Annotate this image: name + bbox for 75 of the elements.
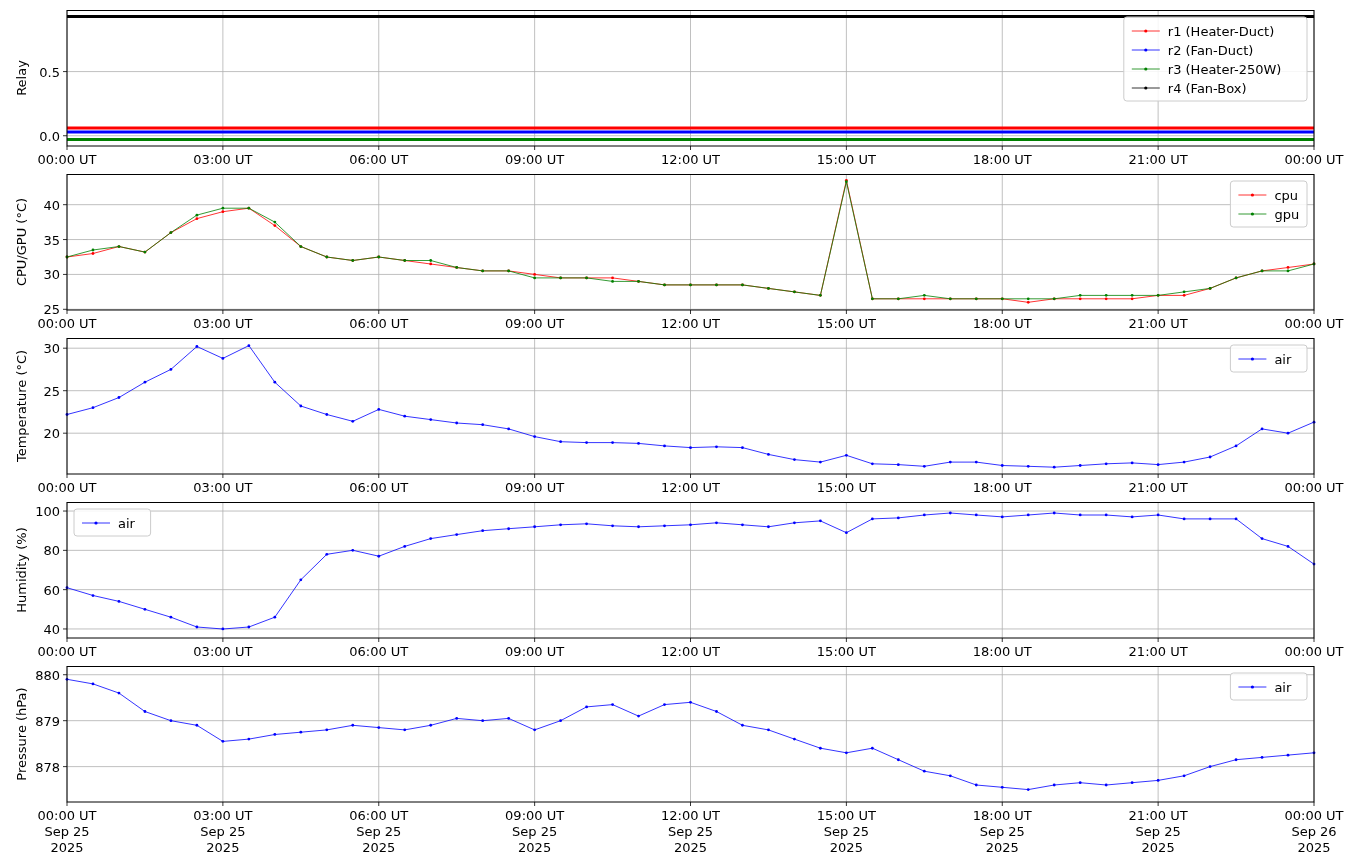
tick-label: 25 bbox=[43, 383, 60, 399]
tick-label: 878 bbox=[35, 759, 60, 775]
tick-label: 03:00 UT bbox=[193, 480, 253, 495]
tick-label: 09:00 UT bbox=[505, 644, 565, 659]
axis-title: Temperature (°C) bbox=[14, 349, 29, 463]
tick-label: 03:00 UT Sep 25 2025 bbox=[193, 808, 253, 855]
tick-label: 12:00 UT bbox=[660, 152, 721, 167]
legend-label: r3 (Heater-250W) bbox=[1167, 62, 1282, 77]
axis-title: Humidity (%) bbox=[14, 527, 29, 613]
tick-label: 100 bbox=[35, 504, 60, 520]
tick-label: 06:00 UT bbox=[349, 480, 409, 495]
tick-label: 30 bbox=[43, 341, 60, 357]
tick-label: 18:00 UT bbox=[972, 480, 1032, 495]
legend-label: cpu bbox=[1274, 188, 1299, 203]
tick-label: 21:00 UT bbox=[1128, 644, 1188, 659]
tick-label: 09:00 UT bbox=[505, 152, 565, 167]
tick-label: 00:00 UT bbox=[37, 644, 97, 659]
tick-label: 15:00 UT bbox=[816, 316, 876, 331]
tick-label: 18:00 UT bbox=[972, 152, 1032, 167]
legend-label: air bbox=[1274, 680, 1292, 695]
tick-label: 18:00 UT bbox=[972, 644, 1032, 659]
tick-label: 15:00 UT Sep 25 2025 bbox=[816, 808, 876, 855]
axis-title: CPU/GPU (°C) bbox=[14, 197, 29, 287]
tick-label: 30 bbox=[43, 267, 60, 283]
tick-label: 06:00 UT Sep 25 2025 bbox=[349, 808, 409, 855]
legend-label: r1 (Heater-Duct) bbox=[1167, 24, 1275, 39]
tick-label: 06:00 UT bbox=[349, 152, 409, 167]
tick-label: 15:00 UT bbox=[816, 152, 876, 167]
tick-label: 00:00 UT bbox=[37, 152, 97, 167]
tick-label: 12:00 UT bbox=[660, 316, 721, 331]
tick-label: 18:00 UT Sep 25 2025 bbox=[972, 808, 1032, 855]
tick-label: 18:00 UT bbox=[972, 316, 1032, 331]
tick-label: 20 bbox=[43, 426, 60, 442]
tick-label: 00:00 UT bbox=[1284, 152, 1344, 167]
axis-title: Pressure (hPa) bbox=[14, 687, 29, 781]
tick-label: 21:00 UT Sep 25 2025 bbox=[1128, 808, 1188, 855]
legend-label: air bbox=[118, 516, 135, 531]
tick-label: 00:00 UT bbox=[1284, 480, 1344, 495]
tick-label: 00:00 UT Sep 26 2025 bbox=[1284, 808, 1344, 855]
tick-label: 03:00 UT bbox=[193, 152, 253, 167]
tick-label: 09:00 UT bbox=[505, 316, 565, 331]
tick-label: 15:00 UT bbox=[816, 480, 876, 495]
tick-label: 0.0 bbox=[39, 128, 60, 144]
axis-title: Relay bbox=[14, 60, 29, 96]
tick-label: 09:00 UT Sep 25 2025 bbox=[505, 808, 565, 855]
tick-label: 03:00 UT bbox=[193, 644, 253, 659]
tick-label: 00:00 UT bbox=[37, 480, 97, 495]
tick-label: 12:00 UT Sep 25 2025 bbox=[660, 808, 721, 855]
tick-label: 00:00 UT Sep 25 2025 bbox=[37, 808, 97, 855]
tick-label: 03:00 UT bbox=[193, 316, 253, 331]
tick-label: 25 bbox=[43, 302, 60, 318]
tick-label: 00:00 UT bbox=[37, 316, 97, 331]
legend-label: air bbox=[1274, 352, 1292, 367]
tick-label: 21:00 UT bbox=[1128, 152, 1188, 167]
tick-label: 00:00 UT bbox=[1284, 316, 1344, 331]
tick-label: 06:00 UT bbox=[349, 316, 409, 331]
tick-label: 40 bbox=[43, 621, 60, 637]
tick-label: 12:00 UT bbox=[660, 480, 721, 495]
tick-label: 00:00 UT bbox=[1284, 644, 1344, 659]
tick-label: 80 bbox=[43, 543, 60, 559]
tick-label: 40 bbox=[43, 197, 60, 213]
tick-label: 06:00 UT bbox=[349, 644, 409, 659]
tick-label: 21:00 UT bbox=[1128, 480, 1188, 495]
legend-label: r4 (Fan-Box) bbox=[1167, 81, 1247, 96]
tick-label: 60 bbox=[43, 582, 60, 598]
tick-label: 35 bbox=[43, 232, 60, 248]
legend-label: gpu bbox=[1274, 207, 1300, 222]
tick-label: 21:00 UT bbox=[1128, 316, 1188, 331]
tick-label: 09:00 UT bbox=[505, 480, 565, 495]
tick-label: 12:00 UT bbox=[660, 644, 721, 659]
tick-label: 0.5 bbox=[39, 64, 60, 80]
tick-label: 879 bbox=[35, 713, 60, 729]
legend-label: r2 (Fan-Duct) bbox=[1167, 43, 1254, 58]
tick-label: 15:00 UT bbox=[816, 644, 876, 659]
tick-label: 880 bbox=[35, 667, 60, 683]
